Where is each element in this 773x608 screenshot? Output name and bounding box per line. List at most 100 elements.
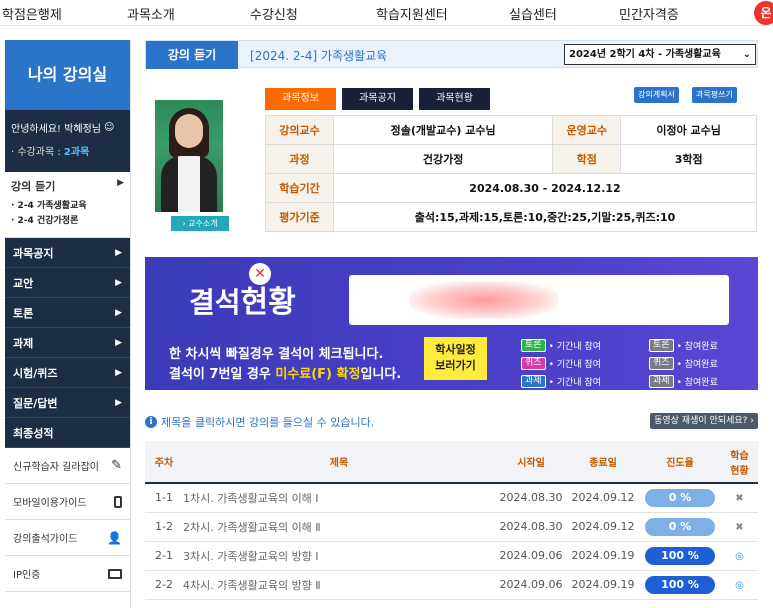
row-progress: 0 % <box>639 483 721 513</box>
sidebar-item-label: 질문/답변 <box>13 396 58 410</box>
course-count-value: 2과목 <box>63 147 90 158</box>
close-x-icon: ✕ <box>249 263 271 285</box>
legend-item: 토론 • 참여완료 <box>649 339 718 352</box>
assignment-done-tag: 과제 <box>649 375 674 388</box>
table-row[interactable]: 2-2 4차시. 가족생활교육의 방향 Ⅱ 2024.09.06 2024.09.19… <box>145 570 758 600</box>
course-select-value: 2024년 2학기 4차 - 가족생활교육 <box>569 49 721 60</box>
period-label: 학습기간 <box>265 173 334 203</box>
col-status: 학습 현황 <box>721 441 758 484</box>
nav-item-course-intro[interactable]: 과목소개 <box>127 4 175 23</box>
row-title-link[interactable]: 4차시. 가족생활교육의 방향 Ⅱ <box>183 570 495 600</box>
sidebar-item-assignment[interactable]: 과제 ▶ <box>5 328 130 358</box>
triangle-right-icon: ▶ <box>115 247 122 258</box>
tab-course-status[interactable]: 과목현황 <box>419 88 490 110</box>
col-end: 종료일 <box>567 441 639 484</box>
video-help-button[interactable]: 동영상 재생이 안되세요? › <box>650 413 758 429</box>
guide-new-learner[interactable]: 신규학습자 길라잡이 ✎ <box>5 448 130 484</box>
phone-icon <box>114 495 122 508</box>
col-title: 제목 <box>183 441 495 484</box>
sidebar-item-label: 최종성적 <box>13 426 54 440</box>
row-title-link[interactable]: 2차시. 가족생활교육의 이해 Ⅱ <box>183 512 495 542</box>
sidebar-item-label: 과제 <box>13 336 34 350</box>
status-icon: ◎ <box>735 580 744 591</box>
guide-attendance[interactable]: 강의출석가이드 👤 <box>5 520 130 556</box>
sidebar-lecture-head[interactable]: 강의 듣기 ▶ <box>11 178 124 194</box>
triangle-right-icon: ▶ <box>115 397 122 408</box>
discussion-done-tag: 토론 <box>649 339 674 352</box>
sidebar-item-label: 시험/퀴즈 <box>13 366 58 380</box>
banner-line-2: 결석이 7번일 경우 미수료(F) 확정입니다. <box>169 363 401 382</box>
sidebar-item-exam[interactable]: 시험/퀴즈 ▶ <box>5 358 130 388</box>
row-start: 2024.08.30 <box>495 483 567 513</box>
sidebar-item-discussion[interactable]: 토론 ▶ <box>5 298 130 328</box>
academic-calendar-button[interactable]: 학사일정 보러가기 <box>424 337 487 380</box>
course-count: · 수강과목 : 2과목 <box>11 143 124 158</box>
table-row[interactable]: 1-2 2차시. 가족생활교육의 이해 Ⅱ 2024.08.30 2024.09.12… <box>145 512 758 542</box>
status-icon: ✖ <box>735 493 744 505</box>
write-review-button[interactable]: 과목평쓰기 <box>692 87 737 103</box>
professor-intro-button[interactable]: › 교수소개 <box>171 216 229 231</box>
lecture-bar-course: [2024. 2-4] 가족생활교육 <box>250 49 388 63</box>
nav-item-credit-bank[interactable]: 학점은행제 <box>2 4 62 23</box>
sidebar-item-notice[interactable]: 과목공지 ▶ <box>5 238 130 268</box>
row-week: 1-1 <box>145 483 183 513</box>
progress-bar: 100 % <box>645 575 715 594</box>
sidebar-item-qna[interactable]: 질문/답변 ▶ <box>5 388 130 418</box>
course-select[interactable]: 2024년 2학기 4차 - 가족생활교육 ⌄ <box>564 44 756 65</box>
legend-text: • 기간내 참여 <box>548 378 601 388</box>
sidebar-guides: 신규학습자 길라잡이 ✎ 모바일이용가이드 강의출석가이드 👤 IP인증 <box>5 448 130 592</box>
lecture-bar: 강의 듣기 [2024. 2-4] 가족생활교육 2024년 2학기 4차 - … <box>145 40 758 69</box>
guide-label: IP인증 <box>13 570 41 581</box>
progress-bar: 0 % <box>645 517 715 536</box>
col-progress: 진도율 <box>639 441 721 484</box>
nav-item-certificates[interactable]: 민간자격증 <box>619 4 679 23</box>
guide-ip-auth[interactable]: IP인증 <box>5 556 130 592</box>
row-title-link[interactable]: 3차시. 가족생활교육의 방향 Ⅰ <box>183 541 495 571</box>
triangle-right-icon: ▶ <box>115 367 122 378</box>
credit-label: 학점 <box>552 144 622 174</box>
col-start: 시작일 <box>495 441 567 484</box>
triangle-right-icon: ▶ <box>115 277 122 288</box>
nav-item-practice-center[interactable]: 실습센터 <box>509 4 557 23</box>
sidebar-lecture-item[interactable]: · 2-4 가족생활교육 <box>11 198 124 211</box>
nav-item-enrollment[interactable]: 수강신청 <box>250 4 298 23</box>
row-status: ◎ <box>721 541 758 571</box>
guide-mobile[interactable]: 모바일이용가이드 <box>5 484 130 520</box>
sidebar-item-final-grade[interactable]: 최종성적 <box>5 418 130 448</box>
col-week: 주차 <box>145 441 183 484</box>
info-icon: i <box>145 416 157 428</box>
table-row[interactable]: 2-1 3차시. 가족생활교육의 방향 Ⅰ 2024.09.06 2024.09.19… <box>145 541 758 571</box>
tab-course-notice[interactable]: 과목공지 <box>342 88 413 110</box>
sidebar-lecture-section: 강의 듣기 ▶ · 2-4 가족생활교육 · 2-4 건강가정론 <box>5 172 130 238</box>
syllabus-button[interactable]: 강의계획서 <box>634 87 679 103</box>
sidebar-item-material[interactable]: 교안 ▶ <box>5 268 130 298</box>
sidebar-menu: 과목공지 ▶ 교안 ▶ 토론 ▶ 과제 ▶ 시험/퀴즈 ▶ 질문/답변 ▶ 최종성적 <box>5 238 130 448</box>
professor-label: 강의교수 <box>265 115 334 145</box>
banner-title-b: 현황 <box>240 285 296 320</box>
sidebar-lecture-item[interactable]: · 2-4 건강가정론 <box>11 213 124 226</box>
sidebar-item-label: 과목공지 <box>13 246 54 260</box>
blurred-content <box>409 281 559 319</box>
guide-label: 신규학습자 길라잡이 <box>13 462 99 473</box>
nav-badge[interactable]: 온 <box>754 1 773 25</box>
legend-text: • 참여완료 <box>676 342 718 352</box>
absence-banner: 결석현황 ✕ 한 차시씩 빠질경우 결석이 체크됩니다. 결석이 7번일 경우 … <box>145 257 758 390</box>
progress-bar: 0 % <box>645 488 715 507</box>
banner-line-2-highlight: 미수료(F) 확정 <box>275 367 361 382</box>
table-row[interactable]: 1-1 1차시. 가족생활교육의 이해 Ⅰ 2024.08.30 2024.09.12… <box>145 483 758 513</box>
status-icon: ◎ <box>735 551 744 562</box>
guide-label: 모바일이용가이드 <box>13 498 87 509</box>
progress-bar: 100 % <box>645 546 715 565</box>
chevron-down-icon: ⌄ <box>742 49 751 60</box>
tab-course-info[interactable]: 과목정보 <box>265 88 336 110</box>
nav-item-learning-center[interactable]: 학습지원센터 <box>376 4 448 23</box>
operator-value: 이정아 교수님 <box>620 115 757 145</box>
row-start: 2024.09.06 <box>495 570 567 600</box>
banner-title: 결석현황 <box>189 277 296 321</box>
row-title-link[interactable]: 1차시. 가족생활교육의 이해 Ⅰ <box>183 483 495 513</box>
quiz-tag: 퀴즈 <box>521 357 546 370</box>
eval-value: 출석:15,과제:15,토론:10,중간:25,기말:25,퀴즈:10 <box>333 202 757 232</box>
quiz-done-tag: 퀴즈 <box>649 357 674 370</box>
row-status: ✖ <box>721 483 758 513</box>
triangle-right-icon: ▶ <box>115 307 122 318</box>
